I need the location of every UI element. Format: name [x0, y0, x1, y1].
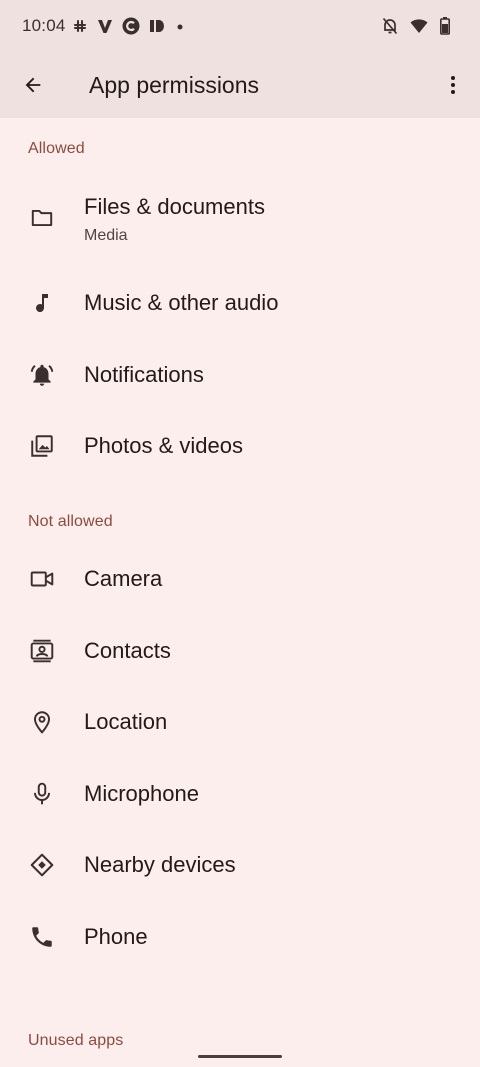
photo-library-icon [28, 432, 56, 460]
microphone-icon [28, 780, 56, 808]
permission-item-camera[interactable]: Camera [0, 543, 480, 615]
permission-label: Microphone [84, 781, 199, 806]
permission-label: Phone [84, 924, 148, 949]
c-circle-icon [122, 17, 140, 35]
arrow-back-icon [25, 77, 41, 93]
more-options-button[interactable] [434, 66, 472, 104]
permission-item-files[interactable]: Files & documents Media [0, 182, 480, 254]
permission-sublabel: Media [84, 227, 128, 244]
page-title: App permissions [89, 72, 260, 98]
permission-item-phone[interactable]: Phone [0, 901, 480, 973]
permission-item-notifications[interactable]: Notifications [0, 339, 480, 411]
permission-label: Camera [84, 566, 163, 591]
section-header-unused-apps: Unused apps [28, 1032, 124, 1049]
permission-label: Photos & videos [84, 433, 243, 458]
more-vert-icon [451, 76, 455, 94]
folder-icon [28, 204, 56, 232]
back-button[interactable] [14, 66, 52, 104]
phone-icon [28, 923, 56, 951]
app-bar: App permissions [0, 52, 480, 118]
status-left-icons [72, 16, 186, 36]
dot-icon [174, 18, 186, 34]
permission-item-photos[interactable]: Photos & videos [0, 410, 480, 482]
permission-label: Files & documents [84, 194, 265, 219]
camera-icon [28, 565, 56, 593]
battery-icon [440, 17, 450, 35]
v-icon [97, 18, 113, 34]
location-pin-icon [28, 708, 56, 736]
home-indicator[interactable] [198, 1055, 282, 1058]
nearby-devices-icon [28, 851, 56, 879]
permission-item-music[interactable]: Music & other audio [0, 267, 480, 339]
permission-label: Nearby devices [84, 852, 236, 877]
music-note-icon [28, 289, 56, 317]
status-time: 10:04 [22, 16, 66, 35]
notification-bell-icon [28, 361, 56, 389]
permission-label: Notifications [84, 362, 204, 387]
permission-label: Music & other audio [84, 290, 279, 315]
wifi-icon [410, 18, 428, 34]
id-icon [149, 18, 165, 34]
section-header-allowed: Allowed [28, 140, 85, 157]
permission-item-microphone[interactable]: Microphone [0, 758, 480, 830]
permission-item-nearby-devices[interactable]: Nearby devices [0, 829, 480, 901]
section-header-not-allowed: Not allowed [28, 513, 113, 530]
status-right-icons [382, 16, 450, 36]
status-bar: 10:04 [0, 0, 480, 52]
slack-icon [72, 18, 88, 34]
permission-item-location[interactable]: Location [0, 686, 480, 758]
permission-label: Location [84, 709, 168, 734]
contacts-icon [28, 637, 56, 665]
permission-item-contacts[interactable]: Contacts [0, 615, 480, 687]
notifications-off-icon [382, 17, 398, 35]
permission-label: Contacts [84, 638, 171, 663]
